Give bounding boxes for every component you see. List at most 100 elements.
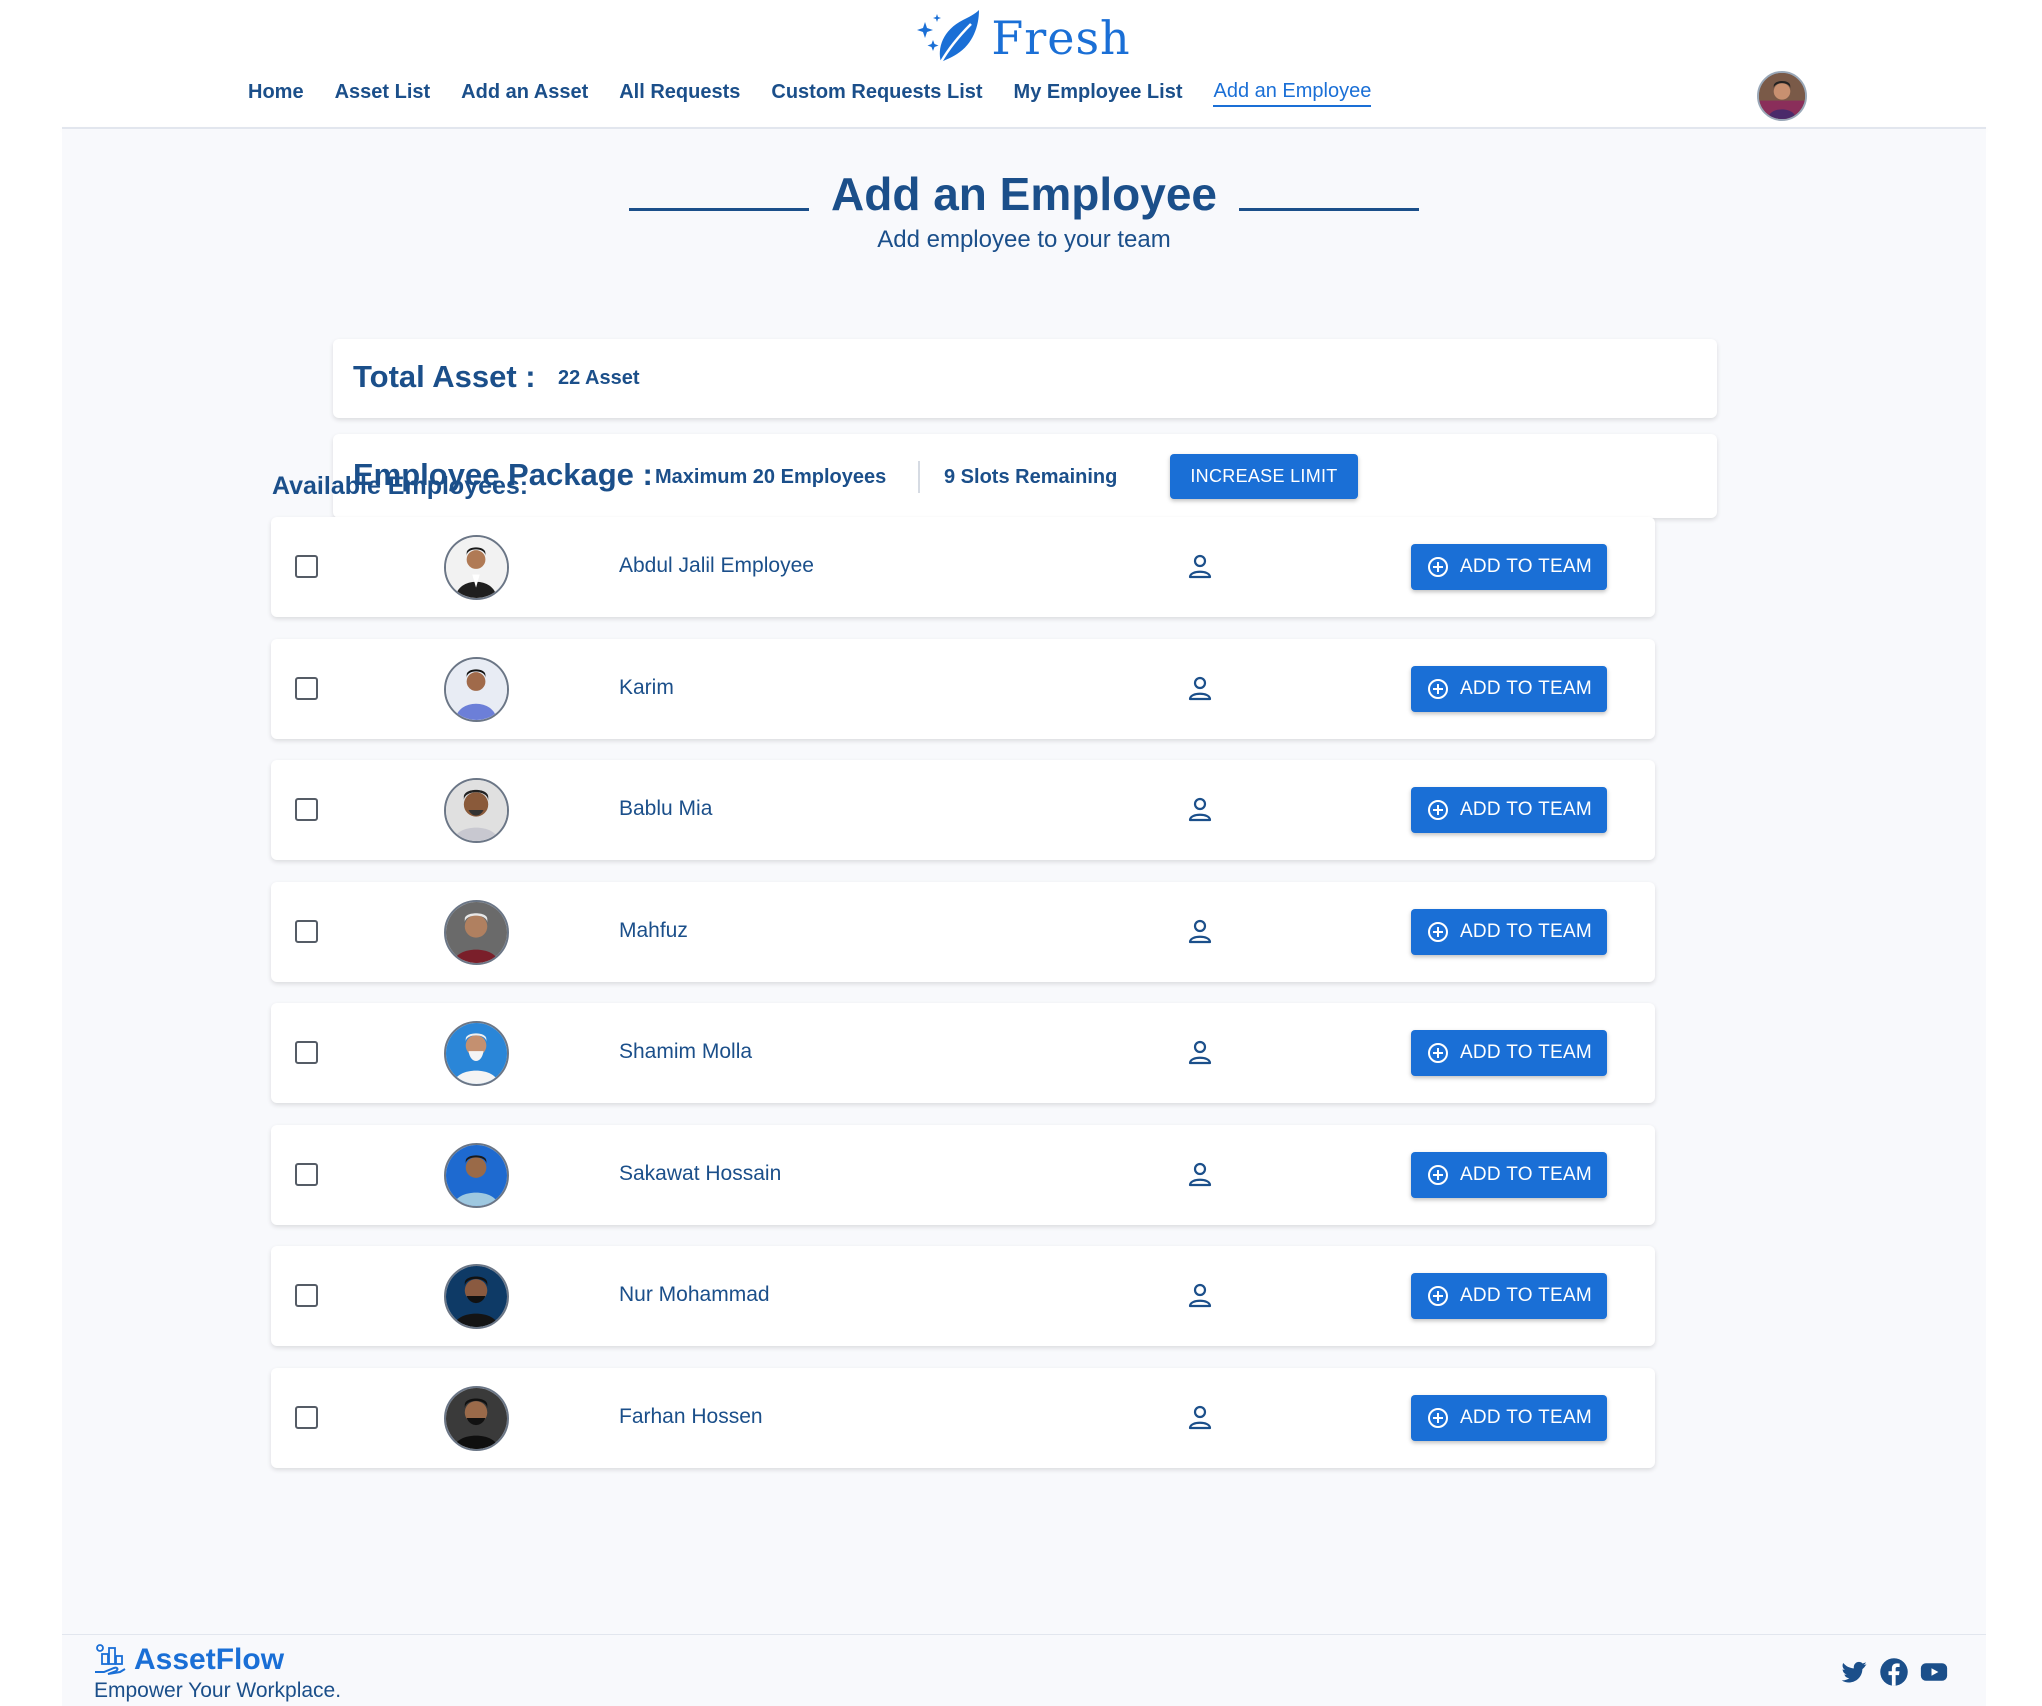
add-circle-icon (1427, 678, 1448, 699)
add-to-team-label: ADD TO TEAM (1459, 799, 1593, 820)
employee-row: Farhan Hossen ADD TO TEAM (271, 1367, 1655, 1468)
employee-package-card: Employee Package : Maximum 20 Employees … (333, 434, 1717, 518)
nav-custom-requests-list[interactable]: Custom Requests List (771, 81, 982, 106)
employee-checkbox[interactable] (295, 555, 318, 578)
employee-avatar (444, 1264, 509, 1329)
employee-name: Mahfuz (619, 918, 688, 942)
add-to-team-button[interactable]: ADD TO TEAM (1411, 787, 1607, 833)
employee-avatar (444, 899, 509, 965)
employee-name: Nur Mohammad (619, 1283, 770, 1306)
employee-name: Shamim Molla (619, 1040, 753, 1063)
add-to-team-label: ADD TO TEAM (1459, 920, 1593, 942)
add-circle-icon (1427, 557, 1448, 577)
page-heading: Add an Employee (62, 167, 1986, 221)
add-circle-icon (1427, 1407, 1448, 1428)
employee-name: Karim (619, 675, 674, 699)
package-divider (918, 461, 920, 493)
person-icon (1188, 1040, 1212, 1065)
add-to-team-button[interactable]: ADD TO TEAM (1411, 665, 1607, 712)
add-to-team-button[interactable]: ADD TO TEAM (1411, 1030, 1607, 1076)
add-circle-icon (1427, 800, 1448, 820)
add-circle-icon (1427, 1286, 1448, 1306)
title-rule-left (629, 207, 810, 211)
employee-row: Abdul Jalil Employee ADD TO TEAM (271, 517, 1655, 617)
employee-checkbox[interactable] (295, 1041, 318, 1064)
employee-checkbox[interactable] (295, 798, 318, 821)
employee-avatar (444, 656, 509, 722)
add-to-team-label: ADD TO TEAM (1459, 556, 1593, 577)
title-rule-right (1238, 207, 1419, 211)
employee-checkbox[interactable] (295, 1284, 318, 1307)
employee-row: Sakawat Hossain ADD TO TEAM (271, 1124, 1655, 1225)
nav-my-employee-list[interactable]: My Employee List (1014, 81, 1183, 106)
nav-asset-list[interactable]: Asset List (335, 81, 431, 106)
employee-avatar (444, 778, 509, 843)
employee-name: Bablu Mia (619, 797, 713, 820)
add-circle-icon (1427, 1043, 1448, 1063)
employee-row: Nur Mohammad ADD TO TEAM (271, 1246, 1655, 1346)
nav-home[interactable]: Home (248, 81, 304, 106)
employee-row: Shamim Molla ADD TO TEAM (271, 1003, 1655, 1103)
person-icon (1188, 554, 1212, 579)
employee-list: Abdul Jalil Employee ADD TO TEAM Karim A… (271, 517, 1655, 1489)
main-nav: Home Asset List Add an Asset All Request… (248, 80, 1372, 107)
available-employees-heading: Available Employees: (272, 472, 529, 500)
add-to-team-button[interactable]: ADD TO TEAM (1411, 1151, 1607, 1198)
brand-logo[interactable]: Fresh (0, 8, 2042, 68)
total-asset-card: Total Asset : 22 Asset (333, 339, 1717, 418)
add-to-team-button[interactable]: ADD TO TEAM (1411, 1394, 1607, 1441)
page-title: Add an Employee (831, 168, 1217, 220)
person-icon (1188, 919, 1212, 943)
person-icon (1188, 1283, 1212, 1308)
footer-tagline: Empower Your Workplace. (94, 1679, 342, 1702)
employee-name: Farhan Hossen (619, 1404, 763, 1428)
footer-brand: AssetFlow (134, 1643, 285, 1676)
nav-add-asset[interactable]: Add an Asset (461, 81, 588, 106)
person-icon (1188, 676, 1212, 700)
employee-avatar (444, 535, 509, 600)
add-circle-icon (1427, 921, 1448, 942)
add-to-team-label: ADD TO TEAM (1459, 677, 1593, 699)
nav-add-employee[interactable]: Add an Employee (1213, 80, 1372, 107)
employee-checkbox[interactable] (295, 1162, 318, 1186)
asset-hand-icon (95, 1644, 126, 1675)
top-header: Fresh Home Asset List Add an Asset All R… (0, 0, 2042, 128)
page-subtitle: Add employee to your team (877, 226, 1171, 253)
add-to-team-label: ADD TO TEAM (1459, 1406, 1593, 1428)
total-asset-label: Total Asset : (353, 359, 536, 394)
footer-logo[interactable]: AssetFlow (92, 1642, 284, 1678)
employee-checkbox[interactable] (295, 1405, 318, 1429)
person-icon (1188, 1405, 1212, 1429)
add-to-team-label: ADD TO TEAM (1459, 1163, 1593, 1185)
add-to-team-label: ADD TO TEAM (1459, 1285, 1593, 1306)
person-icon (1188, 1162, 1212, 1186)
package-slots-remaining: 9 Slots Remaining (944, 466, 1118, 488)
employee-avatar (444, 1385, 509, 1451)
nav-all-requests[interactable]: All Requests (619, 81, 740, 106)
add-to-team-button[interactable]: ADD TO TEAM (1411, 908, 1607, 955)
add-circle-icon (1427, 1164, 1448, 1185)
employee-row: Karim ADD TO TEAM (271, 638, 1655, 739)
total-asset-value: 22 Asset (558, 367, 640, 389)
employee-checkbox[interactable] (295, 676, 318, 700)
employee-name: Sakawat Hossain (619, 1161, 782, 1185)
facebook-icon[interactable] (1879, 1657, 1909, 1687)
add-to-team-button[interactable]: ADD TO TEAM (1411, 1273, 1607, 1319)
employee-checkbox[interactable] (295, 919, 318, 943)
footer: AssetFlow Empower Your Workplace. (62, 1634, 1986, 1706)
twitter-icon[interactable] (1839, 1657, 1869, 1687)
youtube-icon[interactable] (1919, 1657, 1949, 1687)
user-avatar[interactable] (1757, 71, 1807, 121)
add-to-team-button[interactable]: ADD TO TEAM (1411, 544, 1607, 590)
add-to-team-label: ADD TO TEAM (1459, 1042, 1593, 1063)
employee-avatar (444, 1142, 509, 1208)
package-max-employees: Maximum 20 Employees (655, 466, 887, 488)
employee-avatar (444, 1021, 509, 1086)
brand-name: Fresh (991, 11, 1131, 65)
employee-name: Abdul Jalil Employee (619, 554, 814, 577)
employee-row: Mahfuz ADD TO TEAM (271, 881, 1655, 982)
employee-row: Bablu Mia ADD TO TEAM (271, 760, 1655, 860)
leaf-sparkle-icon (917, 10, 980, 63)
person-icon (1188, 797, 1212, 822)
increase-limit-button[interactable]: INCREASE LIMIT (1170, 454, 1358, 499)
